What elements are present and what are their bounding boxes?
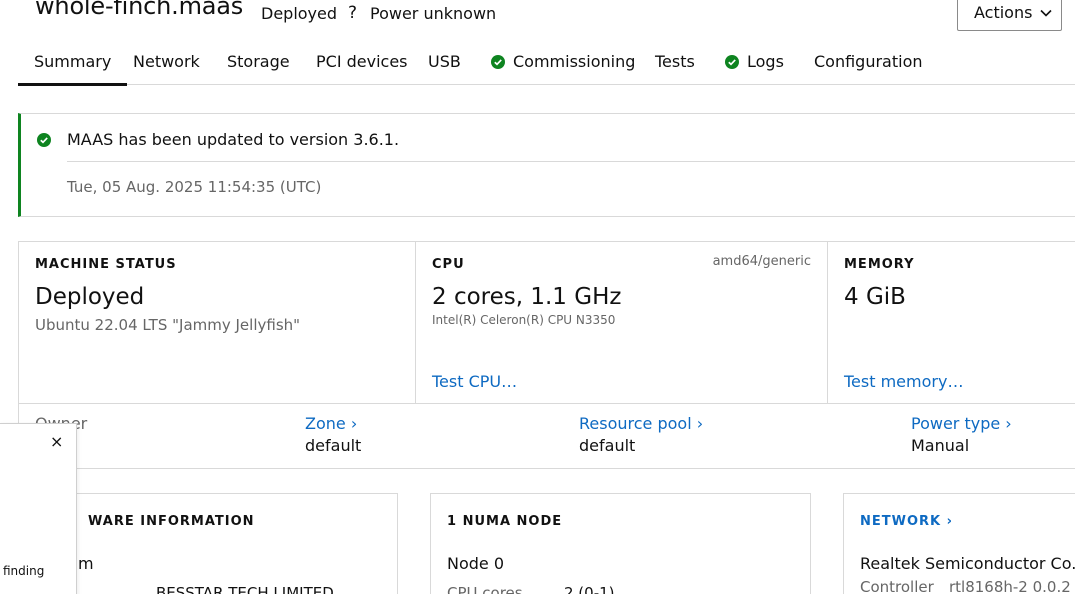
tab-commissioning[interactable]: Commissioning — [491, 52, 635, 71]
hardware-information-title: WARE INFORMATION — [88, 514, 255, 529]
hardware-vendor: BESSTAR TECH LIMITED — [156, 584, 334, 594]
cpu-title: CPU — [432, 257, 465, 272]
machine-status-value: Deployed — [35, 284, 145, 310]
tab-logs-label: Logs — [747, 52, 784, 71]
numa-title: 1 NUMA node — [447, 514, 563, 529]
memory-value: 4 GiB — [844, 284, 906, 310]
update-notification: MAAS has been updated to version 3.6.1. … — [18, 113, 1075, 217]
test-cpu-link[interactable]: Test CPU… — [432, 372, 517, 391]
tab-pci-devices-label: PCI devices — [316, 52, 408, 71]
actions-button[interactable]: Actions — [957, 0, 1062, 31]
hardware-line: m — [78, 554, 94, 573]
numa-cpu-cores-label: CPU cores — [447, 584, 523, 594]
actions-button-label: Actions — [974, 3, 1033, 22]
notification-timestamp: Tue, 05 Aug. 2025 11:54:35 (UTC) — [67, 178, 322, 196]
tab-configuration-label: Configuration — [814, 52, 923, 71]
success-icon — [37, 133, 51, 147]
power-type-link[interactable]: Power type › — [911, 414, 1012, 433]
chevron-down-icon — [1040, 9, 1053, 17]
zone-link[interactable]: Zone › — [305, 414, 361, 433]
machine-status-title: Machine status — [35, 257, 177, 272]
network-card: Network › Realtek Semiconductor Co., Lt … — [843, 493, 1075, 594]
resource-pool-field: Resource pool › default — [579, 414, 703, 455]
power-type-value: Manual — [911, 436, 970, 455]
resource-pool-value: default — [579, 436, 636, 455]
success-icon — [725, 54, 739, 69]
power-status-text: Power unknown — [370, 4, 497, 23]
power-type-field: Power type › Manual — [911, 414, 1012, 455]
cpu-value: 2 cores, 1.1 GHz — [432, 284, 622, 310]
machine-name: whole-finch.maas — [35, 0, 244, 20]
tab-storage-label: Storage — [227, 52, 290, 71]
zone-value: default — [305, 436, 362, 455]
tab-network[interactable]: Network — [133, 52, 200, 71]
cpu-card: CPU amd64/generic 2 cores, 1.1 GHz Intel… — [416, 242, 828, 403]
tab-logs[interactable]: Logs — [725, 52, 784, 71]
numa-node-card: 1 NUMA node Node 0 CPU cores 2 (0-1) — [430, 493, 811, 594]
machine-details-row: Owner Zone › default Resource pool › def… — [19, 403, 1075, 470]
tab-tests[interactable]: Tests — [655, 52, 695, 71]
zone-field: Zone › default — [305, 414, 361, 455]
tab-pci-devices[interactable]: PCI devices — [316, 52, 408, 71]
machine-tabs: Summary Network Storage PCI devices USB … — [17, 40, 1075, 86]
network-controller-value: rtl8168h-2 0.0.2 ( — [949, 578, 1075, 594]
test-memory-link[interactable]: Test memory… — [844, 372, 963, 391]
memory-title: Memory — [844, 257, 915, 272]
tab-network-label: Network — [133, 52, 200, 71]
summary-overview: Machine status Deployed Ubuntu 22.04 LTS… — [18, 241, 1075, 469]
tab-usb[interactable]: USB — [428, 52, 461, 71]
tab-summary[interactable]: Summary — [17, 52, 128, 86]
machine-status-text: Deployed — [261, 4, 338, 23]
numa-cpu-cores-value: 2 (0-1) — [564, 584, 615, 594]
tab-storage[interactable]: Storage — [227, 52, 290, 71]
notification-message: MAAS has been updated to version 3.6.1. — [67, 130, 400, 149]
success-icon — [491, 54, 505, 69]
question-mark-icon: ? — [348, 3, 358, 23]
side-popup: × finding — [0, 423, 77, 594]
resource-pool-link[interactable]: Resource pool › — [579, 414, 703, 433]
memory-card: Memory 4 GiB Test memory… — [828, 242, 1075, 403]
tab-configuration[interactable]: Configuration — [814, 52, 923, 71]
cpu-model: Intel(R) Celeron(R) CPU N3350 — [432, 313, 616, 327]
machine-status-card: Machine status Deployed Ubuntu 22.04 LTS… — [19, 242, 416, 403]
numa-node-name: Node 0 — [447, 554, 505, 573]
network-controller-label: Controller — [860, 578, 934, 594]
notification-divider — [67, 161, 1075, 162]
popup-hint-text: finding — [3, 564, 45, 578]
tab-summary-label: Summary — [34, 52, 112, 71]
machine-os: Ubuntu 22.04 LTS "Jammy Jellyfish" — [35, 316, 301, 334]
tab-tests-label: Tests — [655, 52, 695, 71]
close-icon[interactable]: × — [50, 432, 63, 451]
tab-commissioning-label: Commissioning — [513, 52, 636, 71]
cpu-arch: amd64/generic — [712, 254, 811, 269]
tab-usb-label: USB — [428, 52, 461, 71]
network-device: Realtek Semiconductor Co., Lt — [860, 554, 1075, 573]
network-link[interactable]: Network › — [860, 514, 953, 529]
